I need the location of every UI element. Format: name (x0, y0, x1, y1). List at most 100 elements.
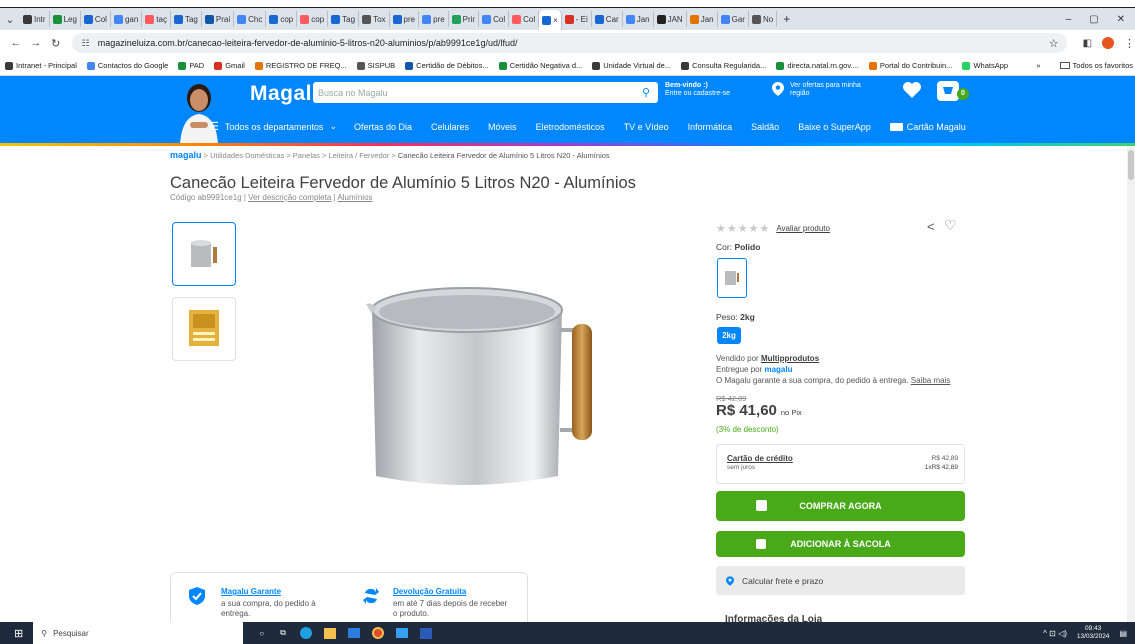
thumbnail-seal[interactable] (172, 297, 236, 361)
login-link[interactable]: Bem-vindo :) Entre ou cadastre-se (665, 82, 730, 98)
browser-tab[interactable]: Tag (328, 11, 360, 27)
browser-tab[interactable]: taç (142, 11, 171, 27)
windows-start-icon[interactable]: ⊞ (14, 627, 23, 640)
search-input[interactable]: Busca no Magalu ⚲ (313, 82, 658, 103)
task-view-icon[interactable]: ⧉ (280, 628, 286, 638)
restore-button[interactable]: ▢ (1089, 14, 1098, 25)
browser-tab[interactable]: Gar (718, 11, 749, 27)
browser-tab[interactable]: Car (592, 11, 623, 27)
brand-link[interactable]: Alumínios (337, 193, 372, 202)
menu-celulares[interactable]: Celulares (431, 122, 469, 132)
system-tray-icons[interactable]: ^ ⊡ ◁) (1043, 629, 1067, 638)
bookmark-item[interactable]: WhatsApp (962, 61, 1008, 70)
chrome-icon[interactable] (371, 627, 384, 639)
browser-tab[interactable]: No (749, 11, 778, 27)
menu-saldao[interactable]: Saldão (751, 122, 779, 132)
browser-tab[interactable]: Jan (687, 11, 718, 27)
cortana-icon[interactable]: ○ (259, 629, 264, 638)
bookmark-item[interactable]: Intranet - Principal (5, 61, 77, 70)
edge-icon[interactable] (299, 627, 312, 639)
mail-icon[interactable] (347, 628, 360, 638)
rate-product-link[interactable]: Avaliar produto (776, 224, 830, 233)
new-tab-button[interactable]: + (783, 12, 790, 26)
shipping-calculator[interactable]: Calcular frete e prazo (716, 566, 965, 595)
browser-tab[interactable]: Chc (234, 11, 267, 27)
clock[interactable]: 09:43 13/03/2024 (1077, 625, 1110, 641)
bookmark-item[interactable]: REGISTRO DE FREQ... (254, 61, 347, 70)
weight-option-2kg[interactable]: 2kg (717, 327, 741, 344)
browser-menu-icon[interactable]: ⋮ (1124, 37, 1135, 50)
profile-avatar[interactable] (1102, 37, 1114, 49)
scrollbar-thumb[interactable] (1128, 150, 1134, 180)
all-bookmarks[interactable]: Todos os favoritos (1059, 61, 1133, 70)
thumbnail-pot[interactable] (172, 222, 236, 286)
calendar-app-icon[interactable] (395, 628, 408, 638)
wishlist-heart-icon[interactable]: ♡ (944, 217, 957, 234)
menu-baixe-superapp[interactable]: Baixe o SuperApp (798, 122, 871, 132)
browser-tab[interactable]: Col (479, 11, 510, 27)
reload-icon[interactable]: ↻ (46, 37, 66, 50)
close-window-button[interactable]: ✕ (1117, 14, 1125, 25)
browser-tab[interactable]: Tox (359, 11, 390, 27)
forward-icon[interactable]: → (26, 37, 46, 49)
site-info-icon[interactable]: ☷ (82, 38, 90, 49)
menu-ofertas-do-dia[interactable]: Ofertas do Dia (354, 122, 412, 132)
bookmark-item[interactable]: SISPUB (356, 61, 395, 70)
browser-tab[interactable]: Jan (623, 11, 654, 27)
product-main-image[interactable] (362, 280, 612, 500)
browser-tab[interactable]: gan (111, 11, 143, 27)
location-offers-link[interactable]: Ver ofertas para minha região (772, 82, 861, 98)
page-scrollbar[interactable] (1127, 146, 1135, 622)
cart-icon[interactable]: 0 (935, 81, 969, 103)
search-icon[interactable]: ⚲ (642, 86, 650, 99)
breadcrumb-logo[interactable]: magalu (170, 150, 202, 160)
bookmark-item[interactable]: Unidade Virtual de... (592, 61, 671, 70)
browser-tab[interactable]: Col (81, 11, 111, 27)
favorites-heart-icon[interactable] (902, 81, 922, 104)
full-description-link[interactable]: Ver descrição completa (248, 193, 331, 202)
back-icon[interactable]: ← (6, 37, 26, 49)
breadcrumb-path[interactable]: > Utilidades Domésticas > Panelas > Leit… (202, 151, 398, 160)
bookmark-item[interactable]: Certidão de Débitos... (405, 61, 489, 70)
menu-eletrodomesticos[interactable]: Eletrodomésticos (536, 122, 605, 132)
notification-icon[interactable]: ▤ (1119, 629, 1127, 638)
taskbar-search[interactable]: ⚲ Pesquisar (33, 622, 244, 644)
store-icon[interactable] (323, 627, 336, 639)
menu-informatica[interactable]: Informática (688, 122, 733, 132)
seller-link[interactable]: Multipprodutos (761, 354, 819, 363)
browser-tab[interactable]: JAN (654, 11, 687, 27)
buy-now-button[interactable]: COMPRAR AGORA (716, 491, 965, 521)
bookmark-item[interactable]: directa.natal.rn.gov.... (776, 61, 859, 70)
browser-tab[interactable]: Leg (50, 11, 81, 27)
minimize-button[interactable]: – (1066, 14, 1072, 25)
return-title[interactable]: Devolução Gratuita (393, 587, 466, 596)
add-to-bag-button[interactable]: ADICIONAR À SACOLA (716, 531, 965, 557)
browser-tab[interactable]: cop (266, 11, 298, 27)
browser-tab[interactable]: pre (390, 11, 420, 27)
chevron-down-icon[interactable]: ⌄ (329, 121, 337, 132)
browser-tab[interactable]: × (539, 10, 562, 30)
menu-tv-e-video[interactable]: TV e Vídeo (624, 122, 669, 132)
bookmark-item[interactable]: PAD (178, 61, 204, 70)
menu-cartao-magalu[interactable]: Cartão Magalu (907, 122, 966, 132)
tab-search-icon[interactable]: ⌄ (0, 13, 20, 26)
url-field[interactable]: ☷ magazineluiza.com.br/canecao-leiteira-… (71, 33, 1067, 53)
learn-more-link[interactable]: Saiba mais (911, 376, 951, 385)
browser-tab[interactable]: Tag (171, 11, 202, 27)
bookmark-item[interactable]: Portal do Contribuin... (868, 61, 952, 70)
browser-tab[interactable]: Prir (449, 11, 480, 27)
sidepanel-icon[interactable]: ◧ (1083, 38, 1092, 49)
hamburger-icon[interactable]: ☰ (209, 120, 219, 133)
bookmark-item[interactable]: Gmail (214, 61, 245, 70)
browser-tab[interactable]: Col (509, 11, 540, 27)
browser-tab[interactable]: - Ei (562, 11, 592, 27)
browser-tab[interactable]: pre (419, 11, 449, 27)
bookmark-item[interactable]: Consulta Regularida... (681, 61, 766, 70)
bookmark-star-icon[interactable]: ☆ (1049, 37, 1059, 50)
browser-tab[interactable]: Intr (20, 11, 50, 27)
word-icon[interactable] (419, 627, 432, 639)
credit-card-label[interactable]: Cartão de crédito (727, 454, 793, 463)
browser-tab[interactable]: Prai (202, 11, 235, 27)
bookmark-item[interactable]: Certidão Negativa d... (498, 61, 582, 70)
credit-card-box[interactable]: Cartão de crédito sem juros R$ 42,89 1xR… (716, 444, 965, 484)
